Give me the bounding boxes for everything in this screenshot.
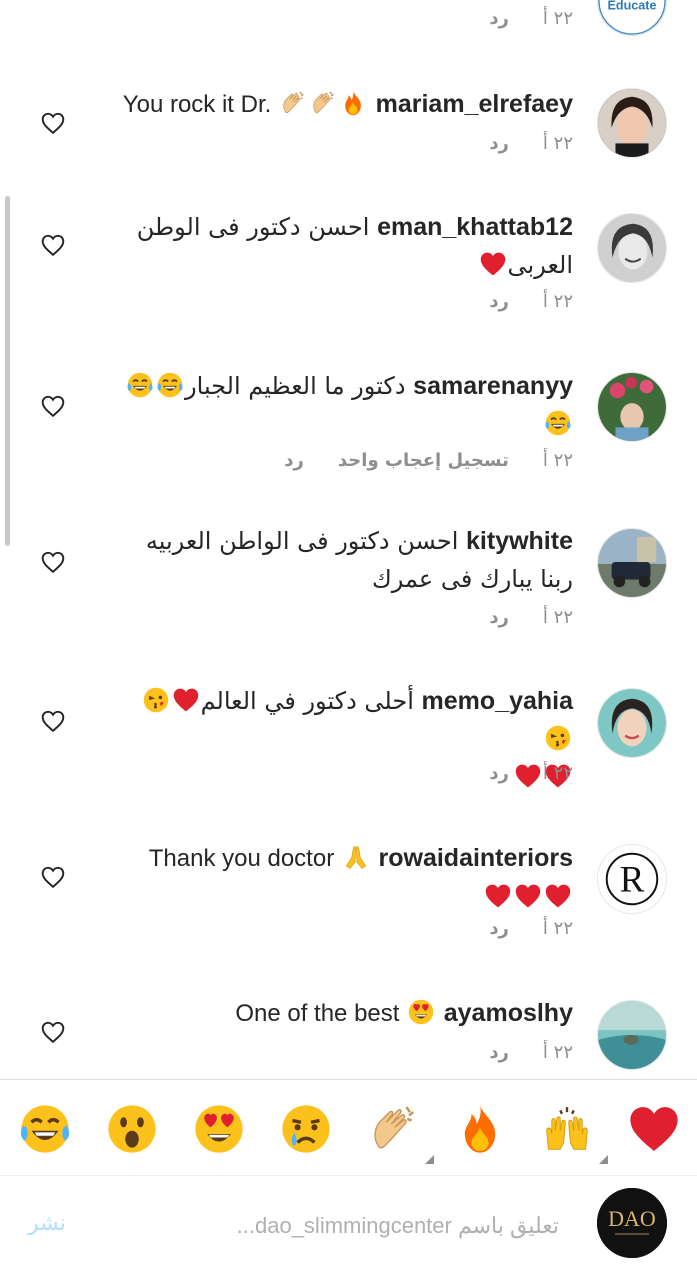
like-heart-icon[interactable] xyxy=(40,232,66,258)
reaction-heart-icon[interactable] xyxy=(627,1102,681,1156)
reply-button[interactable]: رد xyxy=(489,607,509,628)
avatar[interactable] xyxy=(597,1000,667,1070)
comment-text: Thank you doctor xyxy=(148,845,335,872)
avatar[interactable]: Educate xyxy=(597,0,667,36)
post-button[interactable]: نشر xyxy=(28,1210,66,1236)
reaction-cry-icon[interactable] xyxy=(279,1102,333,1156)
comment-username[interactable]: mariam_elrefaey xyxy=(376,90,573,118)
comment-compose-bar: DAO نشر xyxy=(0,1175,697,1280)
avatar[interactable] xyxy=(597,372,667,442)
avatar[interactable]: R xyxy=(597,844,667,914)
like-heart-icon[interactable] xyxy=(40,708,66,734)
reaction-clap-icon[interactable] xyxy=(366,1102,434,1164)
reply-button[interactable]: رد xyxy=(489,291,509,312)
comment-meta: ٢٢ أ رد xyxy=(489,1042,573,1063)
reaction-fire-icon[interactable] xyxy=(453,1102,507,1156)
comment-time: ٢٢ أ xyxy=(542,1042,573,1063)
comment-text: One of the best xyxy=(235,1000,400,1027)
comment-meta: ٢٢ أ رد xyxy=(489,8,573,29)
scroll-indicator[interactable] xyxy=(5,196,10,546)
reaction-raised-hands-icon[interactable] xyxy=(540,1102,608,1164)
comment-body: kitywhite احسن دكتور فى الواطن العربيه ر… xyxy=(113,522,573,598)
comment-text: You rock it Dr. xyxy=(122,91,272,118)
reply-button[interactable]: رد xyxy=(489,8,509,29)
avatar[interactable] xyxy=(597,688,667,758)
kissing-heart-icon xyxy=(544,724,572,752)
comment-time: ٢٢ أ xyxy=(542,918,573,939)
comment-input[interactable] xyxy=(159,1206,559,1246)
red-heart-icon xyxy=(544,882,572,910)
comment-meta: ٢٢ أ رد xyxy=(489,763,573,784)
comment-time: ٢٢ أ xyxy=(542,607,573,628)
like-heart-icon[interactable] xyxy=(40,1019,66,1045)
reply-button[interactable]: رد xyxy=(489,763,509,784)
clap-icon xyxy=(279,89,307,117)
reply-button[interactable]: رد xyxy=(489,918,509,939)
comment-body: rowaidainteriors Thank you doctor xyxy=(113,839,573,916)
red-heart-icon xyxy=(484,882,512,910)
red-heart-icon xyxy=(514,882,542,910)
like-heart-icon[interactable] xyxy=(40,864,66,890)
red-heart-icon xyxy=(479,250,507,278)
quick-reaction-bar xyxy=(0,1079,697,1175)
comment-username[interactable]: kitywhite xyxy=(466,527,573,555)
reply-button[interactable]: رد xyxy=(489,1042,509,1063)
comment-meta: ٢٢ أ رد xyxy=(489,607,573,628)
reply-button[interactable]: رد xyxy=(284,450,304,471)
red-heart-icon xyxy=(172,686,200,714)
likes-count[interactable]: تسجيل إعجاب واحد xyxy=(338,450,509,471)
comment-body: ayamoslhy One of the best xyxy=(113,994,573,1033)
comment-body: eman_khattab12 احسن دكتور فى الوطن العرب… xyxy=(113,208,573,284)
avatar[interactable] xyxy=(597,88,667,158)
tears-of-joy-icon xyxy=(156,371,184,399)
like-heart-icon[interactable] xyxy=(40,393,66,419)
clap-icon xyxy=(309,89,337,117)
comment-username[interactable]: samarenanyy xyxy=(413,372,573,400)
comment-username[interactable]: rowaidainteriors xyxy=(379,844,574,872)
comment-time: ٢٢ أ xyxy=(542,450,573,471)
comment-meta: ٢٢ أ رد xyxy=(489,918,573,939)
current-user-avatar[interactable]: DAO xyxy=(597,1188,667,1258)
comment-body: mariam_elrefaey You rock it Dr. xyxy=(113,85,573,124)
comment-time: ٢٢ أ xyxy=(542,8,573,29)
comment-body: samarenanyy دكتور ما العظيم الجبار xyxy=(113,367,573,443)
avatar-label: DAO xyxy=(608,1206,656,1231)
comment-meta: ٢٢ أ تسجيل إعجاب واحد رد xyxy=(284,450,573,471)
fire-icon xyxy=(339,89,367,117)
reaction-heart-eyes-icon[interactable] xyxy=(192,1102,246,1156)
heart-eyes-icon xyxy=(407,998,435,1026)
comment-meta: ٢٢ أ رد xyxy=(489,291,573,312)
comment-time: ٢٢ أ xyxy=(542,763,573,784)
avatar-label: Educate xyxy=(607,0,656,13)
like-heart-icon[interactable] xyxy=(40,549,66,575)
reply-button[interactable]: رد xyxy=(489,133,509,154)
reaction-joy-icon[interactable] xyxy=(18,1102,72,1156)
comment-text: دكتور ما العظيم الجبار xyxy=(185,372,406,400)
comment-username[interactable]: ayamoslhy xyxy=(444,999,573,1027)
kissing-heart-icon xyxy=(142,686,170,714)
comment-time: ٢٢ أ xyxy=(542,291,573,312)
reaction-open-mouth-icon[interactable] xyxy=(105,1102,159,1156)
folded-hands-icon xyxy=(342,843,370,871)
comment-meta: ٢٢ أ رد xyxy=(489,133,573,154)
avatar[interactable] xyxy=(597,528,667,598)
avatar[interactable] xyxy=(597,213,667,283)
svg-text:R: R xyxy=(620,859,645,900)
tears-of-joy-icon xyxy=(544,409,572,437)
comment-username[interactable]: memo_yahia xyxy=(422,687,573,715)
tears-of-joy-icon xyxy=(126,371,154,399)
comment-text: أحلى دكتور في العالم xyxy=(200,687,414,715)
like-heart-icon[interactable] xyxy=(40,110,66,136)
comment-time: ٢٢ أ xyxy=(542,133,573,154)
comment-username[interactable]: eman_khattab12 xyxy=(377,213,573,241)
